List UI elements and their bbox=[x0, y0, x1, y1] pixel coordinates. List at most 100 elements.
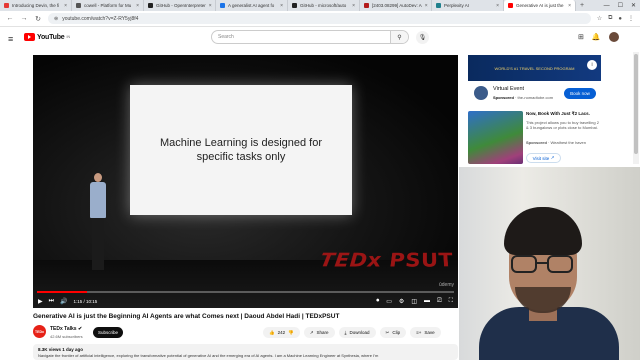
page-scrollbar[interactable] bbox=[633, 52, 639, 164]
youtube-favicon-icon bbox=[508, 3, 513, 8]
favicon-icon bbox=[220, 3, 225, 8]
views-and-date: 8.3K views 1 day ago bbox=[38, 347, 84, 352]
advertiser-avatar bbox=[474, 86, 488, 100]
extensions-icon[interactable]: ⧉ bbox=[608, 15, 612, 22]
close-icon[interactable]: × bbox=[425, 3, 428, 9]
fullscreen-icon[interactable]: ⛶ bbox=[449, 298, 453, 305]
ad-advertiser: · Weathest the haven bbox=[548, 140, 586, 145]
menu-kebab-icon[interactable]: ⋮ bbox=[628, 15, 634, 22]
video-player[interactable]: Machine Learning is designed for specifi… bbox=[33, 55, 458, 308]
forward-icon[interactable]: → bbox=[20, 15, 28, 22]
udemy-watermark: ūdemy bbox=[438, 282, 454, 288]
ad-banner[interactable]: WORLD'S #1 TRAVEL SECOND PROGRAM bbox=[468, 55, 601, 81]
save-label: Save bbox=[424, 330, 435, 335]
save-button[interactable]: ≡+ Save bbox=[410, 327, 441, 338]
profile-icon[interactable]: ● bbox=[618, 16, 622, 22]
subscriber-count: 42.6M subscribers bbox=[50, 334, 83, 339]
share-icon: ↗ bbox=[309, 329, 314, 335]
share-button[interactable]: ↗ Share bbox=[303, 327, 335, 338]
create-icon[interactable]: ⊞ bbox=[578, 33, 584, 41]
tab-label: cowell - Platform for Mu bbox=[84, 3, 132, 8]
notifications-bell-icon[interactable]: 🔔 bbox=[592, 33, 601, 41]
close-icon[interactable]: × bbox=[136, 3, 139, 9]
play-icon[interactable]: ▶ bbox=[38, 298, 43, 305]
ad-meta: Sponsored · the-nomadtobe.com bbox=[493, 95, 553, 100]
cast-icon[interactable]: ⎚ bbox=[437, 298, 442, 305]
close-icon[interactable]: × bbox=[568, 3, 571, 9]
promo-ad-title: Now, Book With Just ₹2 Lacs. bbox=[526, 111, 590, 116]
settings-gear-icon[interactable]: ⚙ bbox=[399, 298, 404, 305]
tedx-stage-letters: TEDx PSUT bbox=[315, 249, 455, 272]
download-label: Download bbox=[349, 330, 370, 335]
browser-tab[interactable]: A generalist AI agent fo × bbox=[216, 0, 288, 11]
back-icon[interactable]: ← bbox=[6, 15, 14, 22]
browser-tab[interactable]: GitHub - OpenInterpreter × bbox=[144, 0, 216, 11]
maximize-icon[interactable]: ☐ bbox=[618, 2, 623, 9]
progress-bar[interactable] bbox=[37, 291, 454, 293]
browser-tab[interactable]: Perplexity AI × bbox=[432, 0, 504, 11]
verified-icon: ✔ bbox=[77, 326, 83, 332]
bookmark-star-icon[interactable]: ☆ bbox=[597, 15, 602, 22]
download-button[interactable]: ⤓ Download bbox=[338, 327, 376, 338]
description-box[interactable]: 8.3K views 1 day ago Navigate the fronti… bbox=[33, 344, 458, 360]
save-playlist-icon: ≡+ bbox=[416, 330, 422, 335]
ad-title: Virtual Event bbox=[493, 86, 525, 92]
perplexity-icon bbox=[436, 3, 441, 8]
browser-tab[interactable]: GitHub - microsoft/auto × bbox=[288, 0, 360, 11]
github-icon bbox=[292, 3, 297, 8]
avatar[interactable] bbox=[608, 32, 619, 42]
country-code: IN bbox=[66, 35, 71, 39]
close-window-icon[interactable]: ✕ bbox=[631, 2, 636, 9]
visit-site-button[interactable]: Visit site ↗ bbox=[526, 153, 561, 163]
tab-label: Perplexity AI bbox=[444, 3, 470, 8]
browser-tab[interactable]: [2403.08299] AutoDev: A × bbox=[360, 0, 432, 11]
close-icon[interactable]: × bbox=[209, 3, 212, 9]
youtube-logo[interactable]: YouTube IN bbox=[24, 33, 70, 41]
scrollbar-thumb[interactable] bbox=[634, 54, 638, 154]
ad-domain: · the-nomadtobe.com bbox=[515, 95, 554, 100]
new-tab-icon[interactable]: + bbox=[576, 2, 588, 9]
url-text: youtube.com/watch?v=Z-RY5yj8f4 bbox=[62, 15, 139, 22]
favicon-icon bbox=[76, 3, 81, 8]
miniplayer-icon[interactable]: ◫ bbox=[411, 298, 417, 305]
like-button[interactable]: 👍 242 👎 bbox=[263, 327, 300, 338]
hamburger-menu-icon[interactable]: ≡ bbox=[8, 34, 13, 44]
progress-fill bbox=[37, 291, 88, 293]
channel-avatar[interactable]: TEDx bbox=[33, 325, 46, 338]
time-display: 1:15 / 10:15 bbox=[73, 298, 98, 304]
promo-ad[interactable]: Now, Book With Just ₹2 Lacs. This projec… bbox=[468, 111, 601, 167]
theater-mode-icon[interactable]: ▬ bbox=[424, 298, 430, 304]
promo-ad-image[interactable] bbox=[468, 111, 523, 164]
site-info-icon[interactable]: ⊜ bbox=[54, 16, 58, 22]
close-icon[interactable]: × bbox=[280, 3, 283, 9]
close-icon[interactable]: × bbox=[352, 3, 355, 9]
favicon-icon bbox=[4, 3, 9, 8]
book-now-button[interactable]: Book now bbox=[564, 88, 596, 99]
webcam-overlay bbox=[459, 167, 640, 360]
volume-icon[interactable]: 🔊 bbox=[60, 298, 67, 305]
url-input[interactable]: ⊜ youtube.com/watch?v=Z-RY5yj8f4 bbox=[48, 13, 591, 24]
promo-ad-meta: Sponsored · Weathest the haven bbox=[526, 140, 586, 145]
share-label: Share bbox=[316, 330, 329, 335]
search-button[interactable]: ⚲ bbox=[390, 31, 408, 43]
channel-name[interactable]: TEDx Talks ✔ bbox=[50, 326, 82, 332]
subscribe-button[interactable]: Subscribe bbox=[93, 327, 123, 338]
browser-tab-active[interactable]: Generative AI is just the × bbox=[504, 0, 576, 11]
thumbs-down-icon[interactable]: 👎 bbox=[288, 330, 294, 336]
browser-tab[interactable]: cowell - Platform for Mu × bbox=[72, 0, 144, 11]
microphone-icon[interactable]: 🎙 bbox=[416, 31, 429, 44]
browser-tab[interactable]: Introducing Devin, the fi × bbox=[0, 0, 72, 11]
autoplay-toggle[interactable]: ⏺ bbox=[376, 298, 379, 305]
next-icon[interactable]: ⏭ bbox=[49, 298, 54, 305]
reload-icon[interactable]: ↻ bbox=[34, 15, 42, 23]
clip-button[interactable]: ✂ Clip bbox=[379, 327, 407, 338]
close-icon[interactable]: × bbox=[496, 3, 499, 9]
window-controls: — ☐ ✕ bbox=[604, 0, 636, 11]
subtitles-icon[interactable]: ▭ bbox=[386, 298, 392, 305]
virtual-event-ad[interactable]: Virtual Event Sponsored · the-nomadtobe.… bbox=[468, 84, 601, 106]
ad-info-icon[interactable]: i bbox=[587, 60, 597, 70]
close-icon[interactable]: × bbox=[64, 3, 67, 9]
search-input[interactable]: Search ⚲ bbox=[211, 30, 409, 44]
scissors-icon: ✂ bbox=[385, 329, 390, 335]
minimize-icon[interactable]: — bbox=[604, 3, 610, 9]
